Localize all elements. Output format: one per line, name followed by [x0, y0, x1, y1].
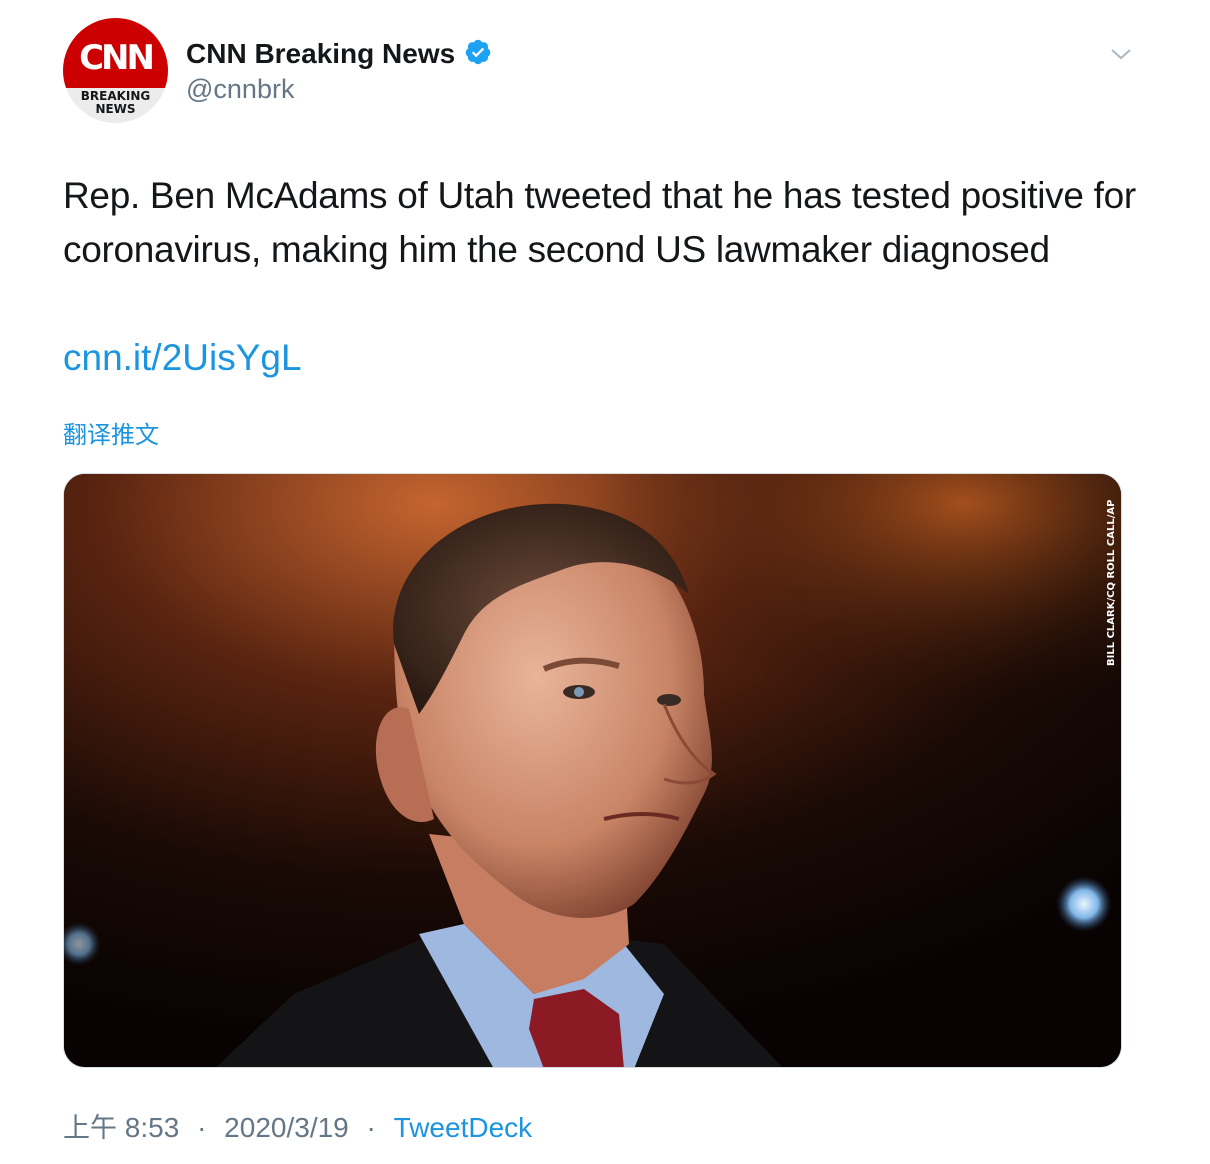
display-name[interactable]: CNN Breaking News: [186, 36, 455, 72]
translate-tweet-link[interactable]: 翻译推文: [63, 415, 159, 455]
author-info[interactable]: CNN Breaking News @cnnbrk: [186, 36, 492, 106]
avatar-logo-text: CNN: [79, 38, 155, 78]
separator-dot: ·: [366, 1112, 376, 1143]
tweet-time[interactable]: 8:53: [125, 1106, 180, 1150]
verified-badge-icon: [465, 39, 490, 65]
tweet-link[interactable]: cnn.it/2UisYgL: [63, 331, 302, 385]
tweet-meta: 上午 8:53 · 2020/3/19 · TweetDeck: [63, 1106, 532, 1151]
tweet-source-link[interactable]: TweetDeck: [394, 1106, 533, 1150]
tweet-photo[interactable]: [63, 473, 1122, 1068]
tweet-date[interactable]: 2020/3/19: [224, 1106, 349, 1150]
tweet-header: CNN BREAKING NEWS CNN Breaking News @cnn…: [63, 18, 1133, 126]
time-prefix: 上午: [63, 1113, 117, 1144]
author-handle[interactable]: @cnnbrk: [186, 72, 492, 106]
separator-dot: ·: [197, 1112, 207, 1143]
tweet-text: Rep. Ben McAdams of Utah tweeted that he…: [63, 175, 1136, 270]
photo-credit-text: BILL CLARK/CQ ROLL CALL/AP: [1106, 500, 1117, 666]
avatar[interactable]: CNN BREAKING NEWS: [63, 18, 168, 123]
chevron-down-icon[interactable]: [1109, 44, 1133, 64]
avatar-sub-line2: NEWS: [95, 102, 136, 116]
portrait-photo-icon: [64, 474, 1121, 1067]
photo-credit: BILL CLARK/CQ ROLL CALL/AP: [1106, 500, 1117, 666]
